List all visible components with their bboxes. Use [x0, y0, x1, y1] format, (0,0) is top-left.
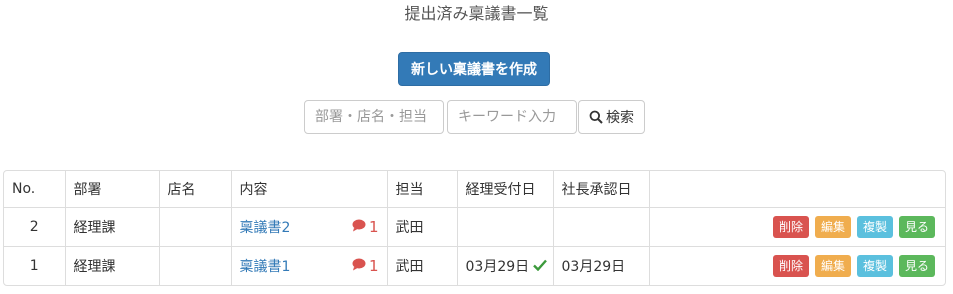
table-row: 1 経理課 稟議書1 1 武田 03月29日 03月29日 削除編集 複製 見る	[4, 246, 945, 285]
header-store: 店名	[159, 171, 232, 208]
comment-icon	[352, 218, 366, 236]
header-actions	[649, 171, 945, 208]
row-person: 武田	[387, 246, 458, 285]
comment-count[interactable]: 1	[352, 257, 379, 275]
edit-button[interactable]: 編集	[814, 254, 851, 277]
row-person: 武田	[387, 207, 458, 247]
row-no: 1	[4, 246, 66, 285]
header-accounting-date: 経理受付日	[457, 171, 554, 208]
view-button[interactable]: 見る	[898, 254, 935, 277]
comment-count-value: 1	[368, 217, 379, 236]
ringi-table: No. 部署 店名 内容 担当 経理受付日 社長承認日 2 経理課 稟議書2 1…	[3, 170, 946, 286]
header-person: 担当	[387, 171, 458, 208]
search-button-label: 検索	[606, 110, 634, 126]
keyword-search-input[interactable]	[447, 100, 577, 134]
comment-count-value: 1	[368, 256, 379, 275]
row-actions: 削除 編集 複製 見る	[649, 207, 945, 247]
header-dept: 部署	[65, 171, 160, 208]
table-row: 2 経理課 稟議書2 1 武田 削除 編集 複製 見る	[4, 207, 945, 247]
dept-search-input[interactable]	[304, 100, 444, 134]
row-president-date	[553, 207, 650, 247]
delete-button[interactable]: 削除	[772, 215, 809, 238]
row-accounting-date	[457, 207, 554, 247]
delete-button[interactable]: 削除	[772, 254, 809, 277]
row-actions: 削除 編集 複製 見る	[649, 246, 945, 285]
comment-icon	[352, 257, 366, 275]
row-dept: 経理課	[65, 246, 160, 285]
view-button[interactable]: 見る	[898, 215, 935, 238]
comment-count[interactable]: 1	[352, 218, 379, 236]
row-content-cell: 稟議書2 1	[231, 207, 388, 247]
header-no: No.	[4, 171, 66, 208]
row-dept: 経理課	[65, 207, 160, 247]
ringi-title-link[interactable]: 稟議書1	[240, 256, 291, 276]
row-accounting-date: 03月29日	[457, 246, 554, 285]
header-content: 内容	[231, 171, 388, 208]
row-no: 2	[4, 207, 66, 247]
copy-button[interactable]: 複製	[856, 254, 893, 277]
ringi-title-link[interactable]: 稟議書2	[240, 217, 291, 237]
copy-button[interactable]: 複製	[856, 215, 893, 238]
search-button[interactable]: 検索	[578, 100, 645, 134]
accounting-date-value: 03月29日	[465, 258, 530, 275]
search-icon	[589, 110, 603, 124]
edit-button[interactable]: 編集	[814, 215, 851, 238]
check-icon	[533, 259, 548, 275]
row-content-cell: 稟議書1 1	[231, 246, 388, 285]
page-title: 提出済み稟議書一覧	[404, 4, 549, 23]
header-president-date: 社長承認日	[553, 171, 650, 208]
create-ringi-button[interactable]: 新しい稟議書を作成	[398, 52, 550, 86]
row-store	[159, 246, 232, 285]
table-header-row: No. 部署 店名 内容 担当 経理受付日 社長承認日	[4, 171, 945, 208]
row-store	[159, 207, 232, 247]
row-president-date: 03月29日	[553, 246, 650, 285]
